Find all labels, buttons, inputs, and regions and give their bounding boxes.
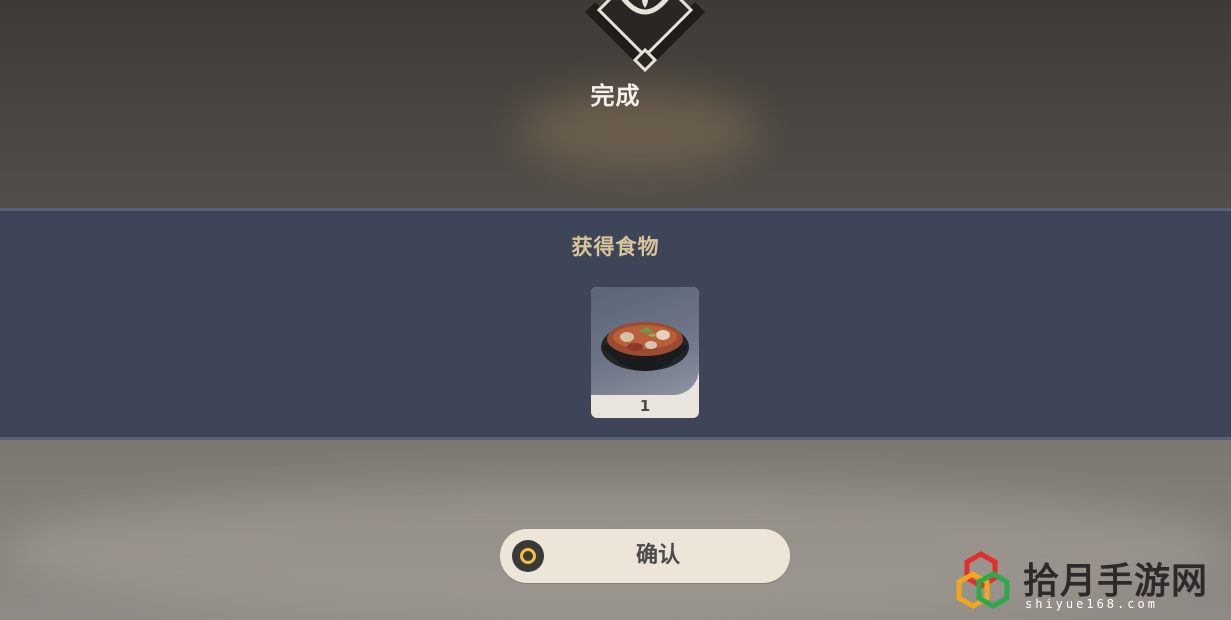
watermark: 拾月手游网 shiyue168.com (955, 550, 1225, 616)
confirm-button[interactable]: 确认 (500, 529, 790, 583)
soup-bowl-icon (601, 322, 689, 371)
watermark-logo-icon (956, 551, 1010, 609)
cooking-result-screen: 完成 获得食物 1 确认 拾月手游网 shiyue168.com (0, 0, 1231, 620)
reward-item-card[interactable]: 1 (591, 287, 699, 418)
controller-circle-button-icon (512, 540, 544, 572)
reward-panel: 获得食物 1 (0, 208, 1231, 440)
item-count: 1 (639, 397, 651, 415)
confirm-button-label: 确认 (635, 543, 680, 568)
watermark-url: shiyue168.com (1025, 597, 1158, 611)
completion-emblem-icon (585, 0, 705, 73)
completion-status-label: 完成 (590, 82, 641, 110)
item-artwork (591, 287, 699, 395)
reward-title: 获得食物 (571, 235, 660, 259)
